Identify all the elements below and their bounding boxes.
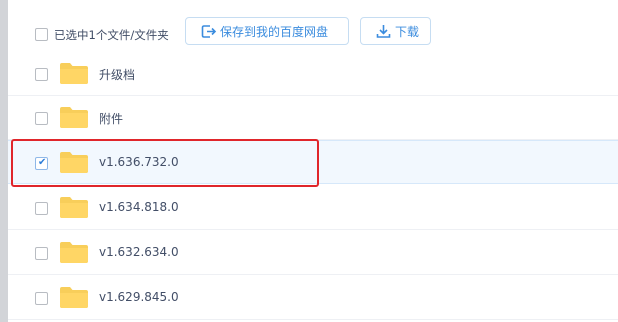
file-row[interactable]: v1.634.818.0 — [8, 186, 618, 230]
row-checkbox[interactable] — [35, 112, 48, 125]
file-name[interactable]: 附件 — [99, 110, 123, 127]
save-icon — [201, 24, 217, 38]
folder-icon — [60, 63, 88, 84]
folder-icon — [60, 197, 88, 218]
file-name[interactable]: v1.636.732.0 — [99, 155, 179, 169]
select-all-checkbox[interactable] — [35, 28, 48, 41]
file-name[interactable]: v1.634.818.0 — [99, 200, 179, 214]
file-row[interactable]: v1.629.845.0 — [8, 276, 618, 320]
save-to-netdisk-button[interactable]: 保存到我的百度网盘 — [185, 17, 349, 45]
file-row-selected[interactable]: ✔ v1.636.732.0 — [8, 140, 618, 184]
folder-icon — [60, 107, 88, 128]
file-row[interactable]: 升级档 — [8, 52, 618, 96]
row-checkbox[interactable] — [35, 68, 48, 81]
checkmark-icon: ✔ — [38, 157, 47, 168]
row-checkbox[interactable] — [35, 292, 48, 305]
file-row[interactable]: 附件 — [8, 96, 618, 140]
row-checkbox-checked[interactable]: ✔ — [35, 157, 48, 170]
folder-icon — [60, 152, 88, 173]
download-button-label: 下载 — [395, 24, 420, 39]
file-row[interactable]: v1.632.634.0 — [8, 231, 618, 275]
left-rail — [0, 0, 8, 322]
selection-count-label: 已选中1个文件/文件夹 — [54, 28, 169, 42]
file-name[interactable]: v1.629.845.0 — [99, 290, 179, 304]
download-icon — [376, 24, 391, 38]
save-button-label: 保存到我的百度网盘 — [220, 24, 329, 39]
row-checkbox[interactable] — [35, 247, 48, 260]
download-button[interactable]: 下载 — [360, 17, 431, 45]
folder-icon — [60, 287, 88, 308]
file-name[interactable]: 升级档 — [99, 66, 135, 83]
file-share-page: 已选中1个文件/文件夹 保存到我的百度网盘 下载 升级档 附件 ✔ v1.636… — [0, 0, 618, 322]
row-checkbox[interactable] — [35, 202, 48, 215]
file-name[interactable]: v1.632.634.0 — [99, 245, 179, 259]
folder-icon — [60, 242, 88, 263]
